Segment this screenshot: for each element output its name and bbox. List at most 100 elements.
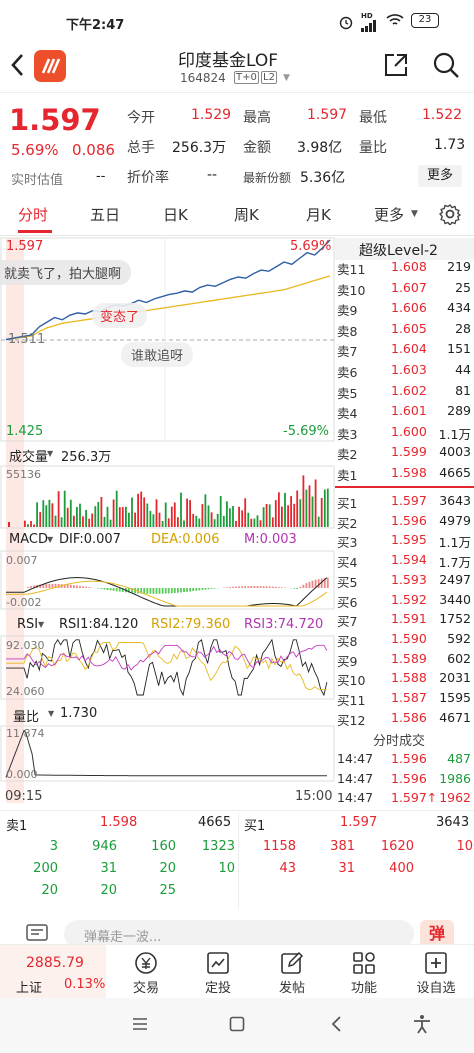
nav-trade[interactable]: 交易 <box>116 945 176 999</box>
nav-invest-plan[interactable]: 定投 <box>188 945 248 999</box>
bid-row[interactable]: 买3 1.595 1.1万 <box>335 531 474 550</box>
nav-functions[interactable]: 功能 <box>334 945 394 999</box>
bid-row[interactable]: 买10 1.588 2031 <box>335 669 474 688</box>
bid-row[interactable]: 买4 1.594 1.7万 <box>335 551 474 570</box>
more-button[interactable]: 更多 <box>418 165 462 187</box>
chevron-down-icon[interactable]: ▼ <box>411 209 418 219</box>
macd-bar <box>73 585 75 588</box>
rsi-label[interactable]: RSI <box>17 617 38 632</box>
bid-row[interactable]: 买11 1.587 1595 <box>335 689 474 708</box>
trade-row[interactable]: 14:47 1.596 487 <box>335 750 474 769</box>
tab-weekly-k[interactable]: 周K <box>234 204 259 225</box>
accessibility-icon[interactable] <box>413 1014 431 1038</box>
macd-bar <box>278 587 280 588</box>
change-amount: 0.086 <box>72 141 115 159</box>
macd-bar <box>235 586 237 588</box>
ask-row[interactable]: 卖9 1.606 434 <box>335 299 474 318</box>
macd-bar <box>45 584 48 588</box>
trade-price: 1.596 <box>391 751 427 766</box>
bid-row[interactable]: 买7 1.591 1752 <box>335 610 474 629</box>
volume-bar <box>103 516 106 527</box>
ratio-panel-label[interactable]: 量比 <box>13 706 39 725</box>
bid-row[interactable]: 买8 1.590 592 <box>335 630 474 649</box>
bid-row[interactable]: 买9 1.589 602 <box>335 650 474 669</box>
amount-value: 3.98亿 <box>297 140 343 156</box>
nav-post[interactable]: 发帖 <box>262 945 322 999</box>
macd-bot-label: -0.002 <box>6 596 42 609</box>
tab-five-day[interactable]: 五日 <box>90 204 120 225</box>
last-price: 1.597 <box>9 103 101 137</box>
ask-row[interactable]: 卖10 1.607 25 <box>335 279 474 298</box>
low-value: 1.522 <box>422 107 463 123</box>
volume-value: 256.3万 <box>61 450 112 465</box>
chevron-down-icon[interactable]: ▼ <box>38 620 44 629</box>
macd-bar <box>253 586 256 588</box>
order-book[interactable]: 超级Level-2 卖11 1.608 219 卖10 1.607 25 卖9 1.606 43… <box>335 236 474 808</box>
macd-bar <box>311 580 314 588</box>
share-icon[interactable] <box>383 52 409 82</box>
back-icon[interactable] <box>330 1015 342 1037</box>
macd-label[interactable]: MACD <box>9 532 48 547</box>
index-widget[interactable]: 2885.79 上证 0.13% <box>0 945 106 999</box>
ask-row[interactable]: 卖3 1.600 1.1万 <box>335 423 474 442</box>
tab-monthly-k[interactable]: 月K <box>306 204 331 225</box>
bid-volume: 2031 <box>439 670 471 686</box>
volume-bar <box>305 489 308 527</box>
trade-row[interactable]: 14:47 1.597↑ 1962 <box>335 789 474 808</box>
ask-row[interactable]: 卖11 1.608 219 <box>335 258 474 277</box>
volume-bar <box>198 518 201 527</box>
volume-bar <box>24 520 26 527</box>
gear-icon[interactable] <box>438 203 462 229</box>
macd-bar <box>201 588 204 590</box>
ask-volume: 289 <box>447 403 471 419</box>
tab-intraday[interactable]: 分时 <box>18 204 48 225</box>
volume-bar <box>229 508 231 527</box>
search-icon[interactable] <box>432 51 460 83</box>
bid-row[interactable]: 买5 1.593 2497 <box>335 571 474 590</box>
ask-row[interactable]: 卖6 1.603 44 <box>335 361 474 380</box>
bid-price: 1.588 <box>391 670 427 686</box>
back-arrow-icon[interactable] <box>8 52 28 82</box>
ask-row[interactable]: 卖1 1.598 4665 <box>335 464 474 483</box>
trade-icon <box>134 951 158 975</box>
volume-bar <box>125 506 127 527</box>
tab-daily-k[interactable]: 日K <box>163 204 188 225</box>
chevron-down-icon[interactable]: ▼ <box>283 73 290 83</box>
bid-row[interactable]: 买2 1.596 4979 <box>335 512 474 531</box>
queue-cell: 20 <box>159 861 176 876</box>
menu-icon[interactable] <box>132 1016 148 1035</box>
ask-row[interactable]: 卖8 1.605 28 <box>335 320 474 339</box>
bid-row[interactable]: 买1 1.597 3643 <box>335 492 474 511</box>
ask-row[interactable]: 卖4 1.601 289 <box>335 402 474 421</box>
bid-row[interactable]: 买12 1.586 4671 <box>335 709 474 728</box>
trades-title[interactable]: 分时成交 <box>373 730 425 749</box>
danmu-placeholder: 弹幕走一波... <box>84 930 162 945</box>
bid-price: 1.597 <box>391 493 427 508</box>
intraday-chart[interactable] <box>0 236 335 808</box>
volume-bar <box>121 507 124 527</box>
macd-bar <box>164 588 167 594</box>
volume-label[interactable]: 成交量 <box>9 446 48 465</box>
ask-price: 1.599 <box>391 444 427 460</box>
macd-bar <box>180 588 182 593</box>
volume-bar <box>109 519 112 527</box>
chevron-down-icon[interactable]: ▼ <box>48 709 54 718</box>
add-square-icon <box>424 951 448 975</box>
tab-more[interactable]: 更多 <box>374 204 404 225</box>
trade-row[interactable]: 14:47 1.596 1986 <box>335 770 474 789</box>
nav-add-watchlist[interactable]: 设自选 <box>406 945 466 999</box>
bid-row[interactable]: 买6 1.592 3440 <box>335 591 474 610</box>
chevron-down-icon[interactable]: ▼ <box>47 535 53 544</box>
bid-volume: 602 <box>447 650 471 666</box>
volume-bar <box>299 499 302 527</box>
ask-row[interactable]: 卖7 1.604 151 <box>335 340 474 359</box>
macd-bar <box>155 588 158 594</box>
ask-row[interactable]: 卖5 1.602 81 <box>335 382 474 401</box>
ask-row[interactable]: 卖2 1.599 4003 <box>335 443 474 462</box>
trade-volume: 1962 <box>439 790 471 805</box>
ask-label: 卖10 <box>337 282 366 298</box>
home-icon[interactable] <box>229 1016 245 1036</box>
chevron-down-icon[interactable]: ▼ <box>47 449 53 458</box>
rsi2-value: RSI2:79.360 <box>151 617 231 632</box>
book-title[interactable]: 超级Level-2 <box>359 240 438 260</box>
